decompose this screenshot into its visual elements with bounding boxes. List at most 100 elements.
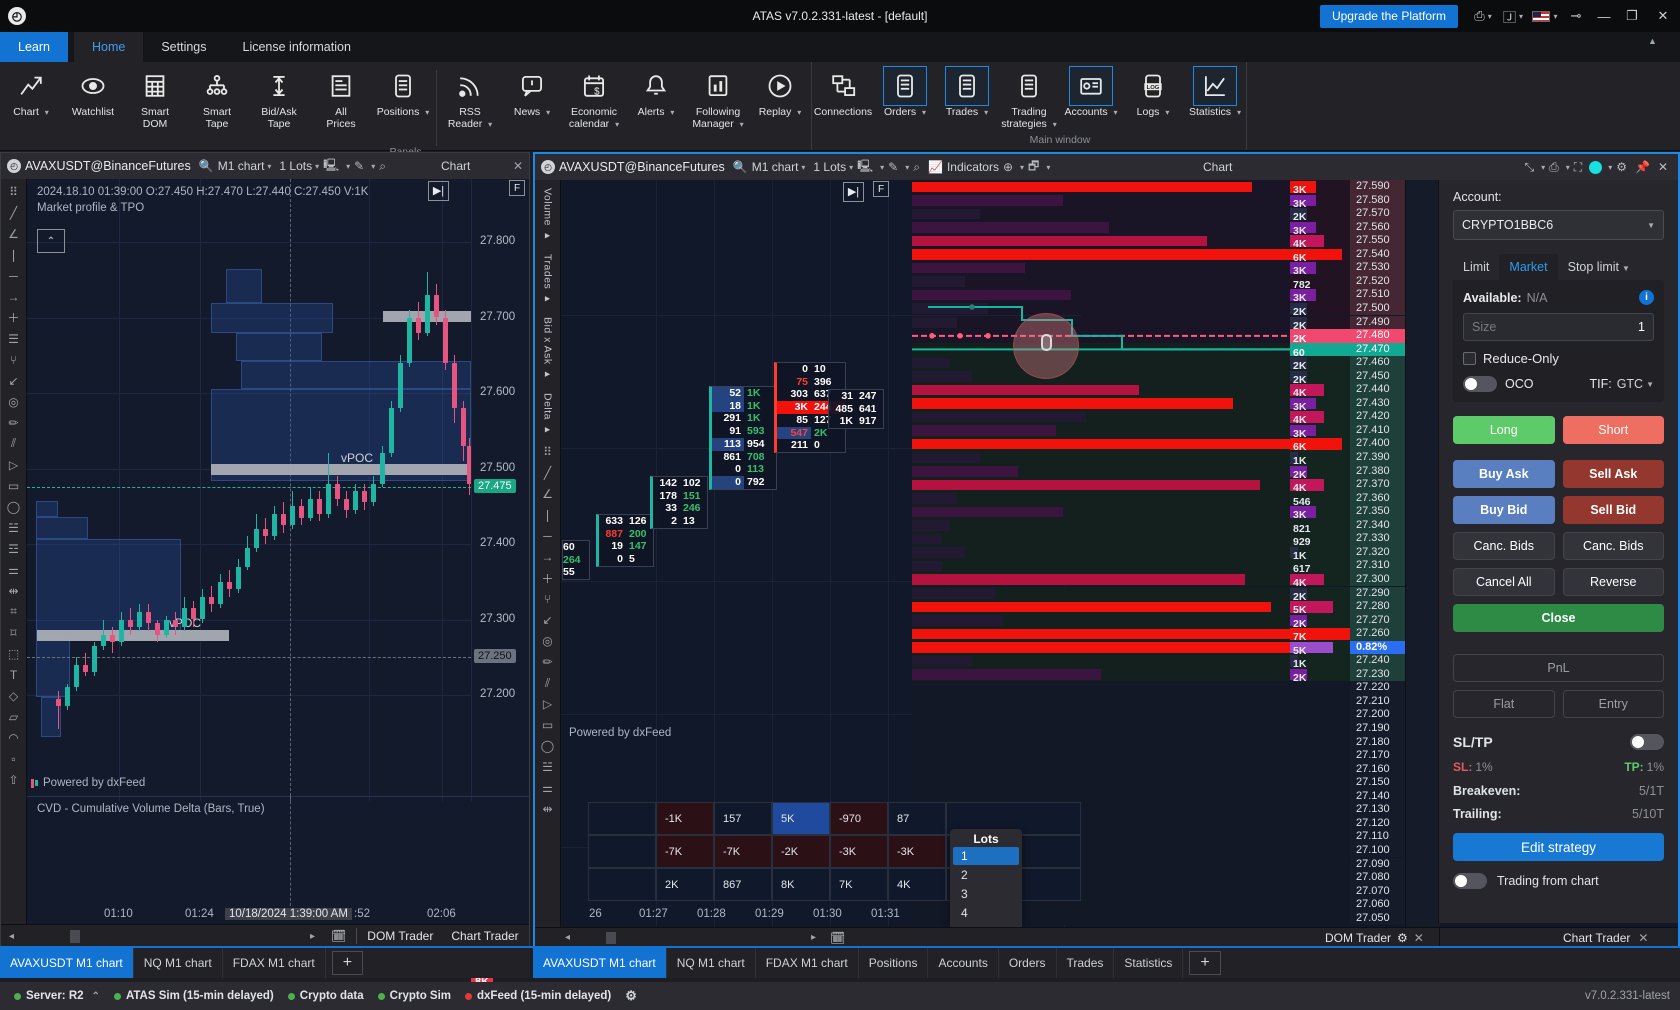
dom-row[interactable]: 2K27.230 [912, 668, 1405, 682]
dom-price-cell[interactable]: 27.340 [1350, 519, 1405, 533]
dom-price-cell[interactable]: 27.450 [1350, 370, 1405, 384]
right-tab-orders[interactable]: Orders [999, 948, 1057, 978]
dom-row[interactable]: 3K27.410 [912, 424, 1405, 438]
dom-price-cell[interactable]: 27.100 [1350, 844, 1405, 858]
lots-dropdown[interactable]: 1 Lots [279, 159, 312, 173]
cluster-tool-icon-13[interactable]: ▭ [537, 715, 559, 736]
cluster-mode-delta[interactable]: Delta ▸ [542, 393, 554, 436]
lots-dropdown[interactable]: 1 Lots [813, 160, 846, 174]
dom-price-cell[interactable]: 27.110 [1350, 830, 1405, 844]
language-flag-icon[interactable]: ▾ [1528, 0, 1562, 32]
dom-row[interactable]: 1K27.240 [912, 654, 1405, 668]
dom-row[interactable]: 4K27.300 [912, 573, 1405, 587]
drawing-tool-icon-21[interactable]: ⌑ [3, 622, 25, 643]
dom-row[interactable]: 3K27.590 [912, 180, 1405, 194]
ribbon-item-trading-strategies[interactable]: Tradingstrategies ▾ [998, 66, 1060, 130]
ribbon-item-replay[interactable]: Replay ▾ [749, 66, 811, 119]
drawing-tool-icon-23[interactable]: T [3, 664, 25, 685]
left-tab-nq-m1-chart[interactable]: NQ M1 chart [134, 948, 223, 978]
dom-price-cell[interactable]: 27.300 [1350, 573, 1405, 587]
dom-price-cell[interactable]: 27.580 [1350, 194, 1405, 208]
dom-row[interactable]: 4K27.550 [912, 234, 1405, 248]
account-select[interactable]: CRYPTO1BBC6▼ [1453, 210, 1664, 240]
dom-price-cell[interactable]: 27.510 [1350, 288, 1405, 302]
cvd-plot[interactable] [27, 796, 471, 906]
sltp-toggle[interactable] [1630, 734, 1664, 750]
indicators-icon[interactable]: 📈 [928, 160, 943, 174]
left-tab-fdax-m1-chart[interactable]: FDAX M1 chart [223, 948, 326, 978]
cluster-tool-icon-12[interactable]: ▷ [537, 694, 559, 715]
drawing-tool-icon-27[interactable]: ▫ [3, 748, 25, 769]
dom-price-cell[interactable]: 27.070 [1350, 885, 1405, 899]
trading-from-chart-toggle[interactable] [1453, 873, 1487, 889]
drawing-tool-icon-7[interactable]: ☰ [3, 328, 25, 349]
dom-row[interactable]: 1K27.320 [912, 546, 1405, 560]
dom-row[interactable]: 92927.330 [912, 532, 1405, 546]
cluster-tool-icon-16[interactable]: ⚌ [537, 778, 559, 799]
dom-row[interactable]: 1K27.390 [912, 451, 1405, 465]
edit-strategy-button[interactable]: Edit strategy [1453, 833, 1664, 861]
drawing-tool-icon-2[interactable]: ∠ [3, 223, 25, 244]
lots-option-2[interactable]: 2 [953, 866, 1019, 884]
dom-price-cell[interactable]: 27.570 [1350, 207, 1405, 221]
tab-stop-limit[interactable]: Stop limit▼ [1558, 254, 1640, 280]
minimize-button[interactable]: — [1590, 0, 1618, 32]
cluster-tool-icon-4[interactable]: ─ [537, 526, 559, 547]
pnl-button[interactable]: PnL [1453, 654, 1664, 682]
chart-trader-footer-button[interactable]: Chart Trader [451, 929, 518, 943]
pencil-icon[interactable]: ✎ [888, 160, 898, 174]
right-tab-statistics[interactable]: Statistics [1114, 948, 1183, 978]
trailing-value[interactable]: 5/10T [1632, 807, 1664, 821]
drawing-tool-icon-25[interactable]: ▱ [3, 706, 25, 727]
dom-price-cell[interactable]: 27.210 [1350, 695, 1405, 709]
scroll-left-icon[interactable]: ◂ [9, 931, 14, 942]
tab-limit[interactable]: Limit [1453, 254, 1499, 280]
cluster-tool-icon-7[interactable]: ⑂ [537, 589, 559, 610]
close-position-button[interactable]: Close [1453, 604, 1664, 632]
cluster-tool-icon-2[interactable]: ∠ [537, 484, 559, 505]
dom-price-cell[interactable]: 27.390 [1350, 451, 1405, 465]
right-tab-trades[interactable]: Trades [1057, 948, 1115, 978]
pin-icon[interactable]: 📌 [1635, 160, 1650, 174]
ribbon-item-rss-reader[interactable]: RSSReader ▾ [439, 66, 501, 130]
drawing-tool-icon-9[interactable]: ↙ [3, 370, 25, 391]
go-to-last-bar-button[interactable]: ▶| [428, 181, 449, 201]
dom-row[interactable]: 3K27.510 [912, 288, 1405, 302]
dom-row[interactable]: 3K27.530 [912, 261, 1405, 275]
dom-price-cell[interactable]: 27.410 [1350, 424, 1405, 438]
restore-button[interactable]: ❐ [1618, 0, 1646, 32]
fullscreen-f-button[interactable]: F [873, 181, 889, 197]
dom-row[interactable]: 27.180 [912, 736, 1405, 750]
dom-row[interactable]: 2K27.270 [912, 614, 1405, 628]
cluster-mode-bid-x-ask[interactable]: Bid x Ask ▸ [542, 317, 554, 381]
pin-window-icon[interactable]: ⊸ [1562, 0, 1590, 32]
dom-price-cell[interactable]: 27.170 [1350, 749, 1405, 763]
dom-row[interactable]: 2K27.490 [912, 316, 1405, 330]
ribbon-item-statistics[interactable]: Statistics ▾ [1184, 66, 1246, 119]
info-icon[interactable]: i [1639, 290, 1654, 305]
camera-icon[interactable]: ⎙ [1549, 160, 1559, 175]
ribbon-item-alerts[interactable]: Alerts ▾ [625, 66, 687, 119]
drawing-tool-icon-1[interactable]: ╱ [3, 202, 25, 223]
dom-row[interactable]: 27.170 [912, 749, 1405, 763]
cancel-all-button[interactable]: Cancel All [1453, 568, 1555, 596]
status-gear-icon[interactable]: ⚙ [625, 988, 637, 1004]
time-axis[interactable]: 01:1001:2410/18/2024 1:39:00 AM:5202:06 [27, 906, 471, 924]
dom-price-cell[interactable]: 27.350 [1350, 505, 1405, 519]
drawing-tool-icon-4[interactable]: ─ [3, 265, 25, 286]
drawing-tool-icon-19[interactable]: ⇹ [3, 580, 25, 601]
cluster-tool-icon-9[interactable]: ◎ [537, 631, 559, 652]
short-button[interactable]: Short [1563, 416, 1665, 444]
cluster-mode-trades[interactable]: Trades ▸ [542, 254, 554, 305]
sell-ask-button[interactable]: Sell Ask [1563, 460, 1665, 488]
dom-price-cell[interactable]: 27.280 [1350, 600, 1405, 614]
dom-row[interactable]: 2K27.450 [912, 370, 1405, 384]
scroll-right-icon[interactable]: ▸ [811, 932, 816, 943]
zoom-in-icon[interactable]: ⌕ [913, 160, 920, 175]
right-tab-add-tab-button[interactable]: + [1189, 951, 1220, 975]
drawing-tool-icon-5[interactable]: → [3, 286, 25, 307]
dom-price-cell[interactable]: 27.060 [1350, 898, 1405, 912]
dom-row[interactable]: 7K27.260 [912, 627, 1405, 641]
dom-row[interactable]: 2K27.500 [912, 302, 1405, 316]
cluster-tool-icon-14[interactable]: ◯ [537, 736, 559, 757]
